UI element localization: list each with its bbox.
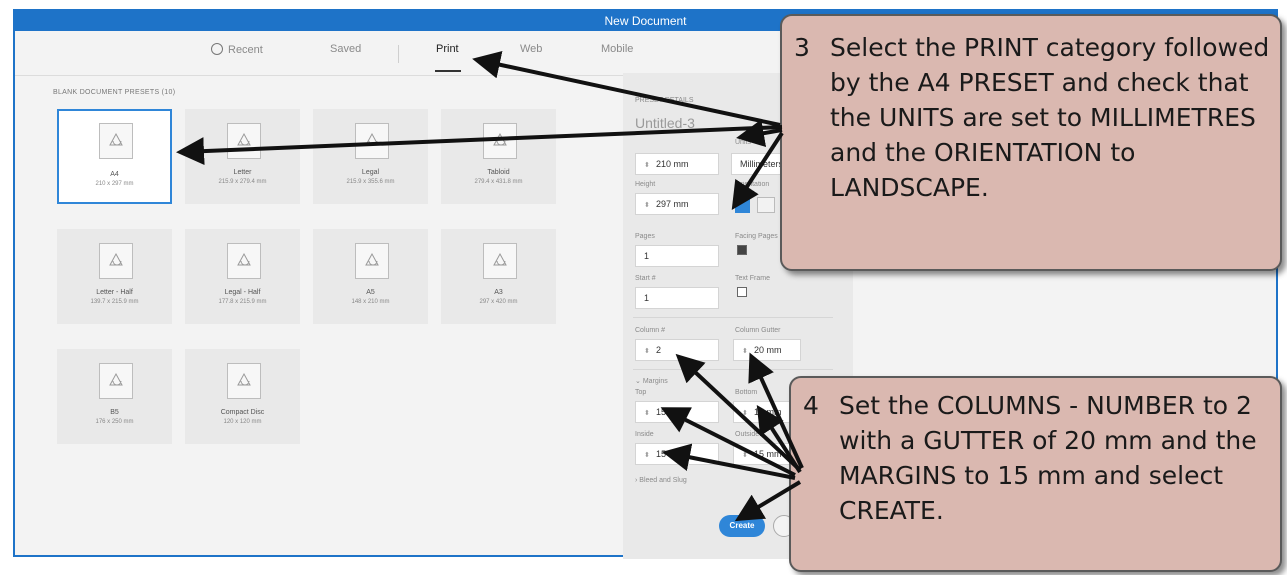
arrow-to-print-tab [472, 50, 781, 127]
arrow-to-orientation [731, 131, 784, 211]
arrow-to-create [734, 480, 802, 522]
arrow-to-gutter [748, 352, 804, 469]
annotation-arrows [176, 50, 804, 522]
arrow-to-a4-preset [176, 125, 783, 166]
arrow-to-columns [675, 353, 802, 472]
arrow-to-units [736, 119, 783, 147]
